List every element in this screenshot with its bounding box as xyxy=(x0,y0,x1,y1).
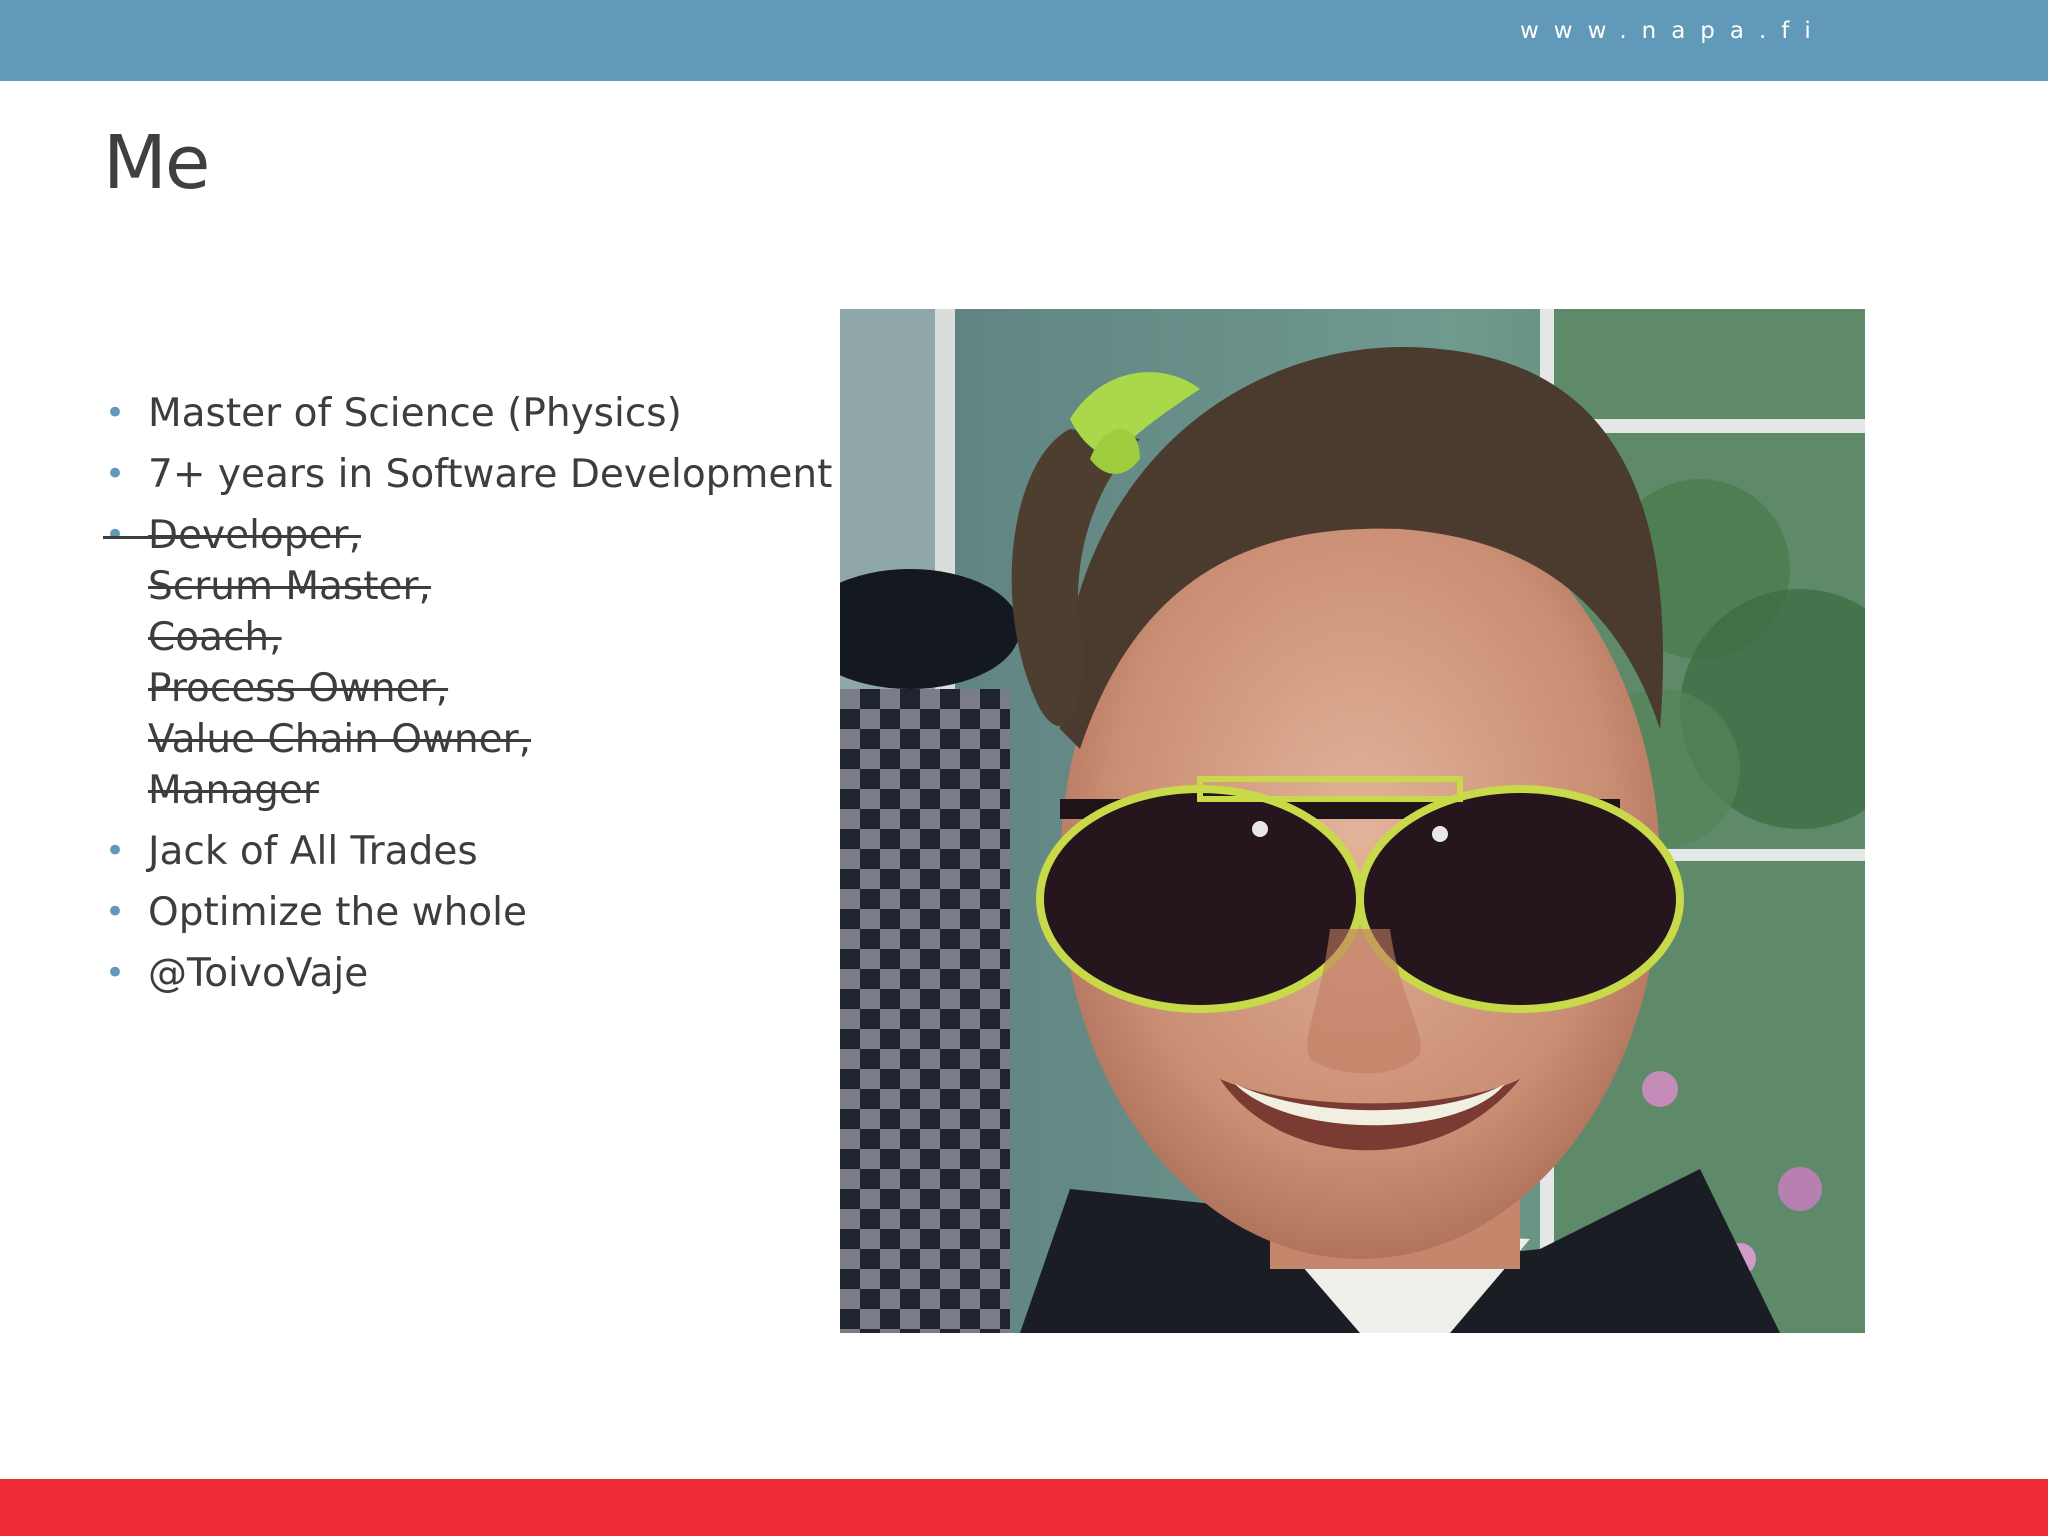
profile-photo xyxy=(840,309,1865,1333)
bullet-list: • Master of Science (Physics) • 7+ years… xyxy=(103,388,832,1009)
struck-roles-item: • Developer, Scrum Master, Coach, Proces… xyxy=(103,510,823,816)
bullet-text: Jack of All Trades xyxy=(148,829,478,874)
slide-title: Me xyxy=(103,120,210,206)
struck-role: Developer, xyxy=(148,513,361,558)
bullet-item: • Master of Science (Physics) xyxy=(103,388,823,439)
bullet-item: • @ToivoVaje xyxy=(103,948,823,999)
bullet-text: 7+ years in Software Development xyxy=(148,452,833,497)
bullet-text: @ToivoVaje xyxy=(148,951,369,996)
strike-line xyxy=(103,536,208,539)
bullet-icon: • xyxy=(105,892,126,932)
bullet-icon: • xyxy=(105,831,126,871)
struck-role: Scrum Master, xyxy=(148,564,431,609)
footer-bar xyxy=(0,1479,2048,1536)
slide: www.napa.fi Me • Master of Science (Phys… xyxy=(0,0,2048,1536)
struck-role: Process Owner, xyxy=(148,666,449,711)
bullet-text: Master of Science (Physics) xyxy=(148,391,682,436)
header-bar: www.napa.fi xyxy=(0,0,2048,81)
bullet-icon: • xyxy=(105,393,126,433)
bullet-icon: • xyxy=(105,454,126,494)
bullet-item: • Optimize the whole xyxy=(103,887,823,938)
site-url: www.napa.fi xyxy=(1520,18,1826,44)
struck-role: Manager xyxy=(148,768,319,813)
struck-role: Coach, xyxy=(148,615,282,660)
bullet-item: • 7+ years in Software Development xyxy=(103,449,832,500)
struck-role: Value Chain Owner, xyxy=(148,717,532,762)
bullet-text: Optimize the whole xyxy=(148,890,527,935)
bullet-icon: • xyxy=(105,953,126,993)
bullet-item: • Jack of All Trades xyxy=(103,826,823,877)
